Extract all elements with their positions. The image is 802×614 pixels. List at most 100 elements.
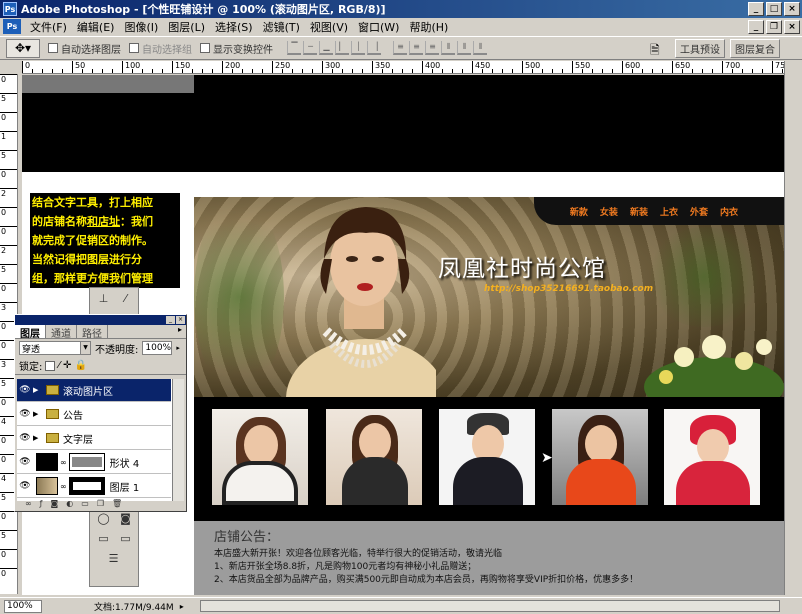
ruler-minor-tick xyxy=(662,69,663,73)
palette-well-icon[interactable]: 🗎 xyxy=(650,41,660,62)
distribute-top-icon[interactable]: ≡ xyxy=(393,41,407,55)
menu-select[interactable]: 选择(S) xyxy=(210,19,258,35)
doc-restore-button[interactable]: ❐ xyxy=(766,20,782,34)
menu-layer[interactable]: 图层(L) xyxy=(163,19,210,35)
tool-presets-tab[interactable]: 工具预设 xyxy=(675,39,725,58)
new-layer-icon[interactable]: ❐ xyxy=(97,499,104,510)
visibility-eye-icon[interactable]: 👁 xyxy=(17,481,33,491)
auto-select-layer-checkbox[interactable]: 自动选择图层 xyxy=(48,41,121,56)
distribute-vcenter-icon[interactable]: ≡ xyxy=(409,41,423,55)
lock-all-icon[interactable]: 🔒 xyxy=(74,360,86,371)
align-right-icon[interactable]: ▕ xyxy=(367,41,381,55)
align-vcenter-icon[interactable]: ─ xyxy=(303,41,317,55)
add-mask-icon[interactable]: ◙ xyxy=(51,499,59,510)
panel-menu-icon[interactable]: ▸ xyxy=(178,325,186,338)
layer-row[interactable]: 👁 ∞ 形状 4 xyxy=(17,451,171,474)
jump-to-imageready-icon[interactable]: ☰ xyxy=(104,550,123,567)
distribute-left-icon[interactable]: ⫴ xyxy=(441,41,455,55)
mask-mode-icon[interactable]: ◯ xyxy=(94,510,113,527)
status-menu-icon[interactable]: ▸ xyxy=(180,602,184,611)
align-top-icon[interactable]: ▔ xyxy=(287,41,301,55)
delete-layer-icon[interactable]: 🗑 xyxy=(112,499,122,510)
visibility-eye-icon[interactable]: 👁 xyxy=(17,385,33,395)
mask-mode-quick-icon[interactable]: ◙ xyxy=(116,510,135,527)
menu-edit[interactable]: 编辑(E) xyxy=(72,19,120,35)
ruler-tick-label: 5 xyxy=(0,93,17,103)
chain-link-icon[interactable]: ∞ xyxy=(60,458,67,467)
ruler-minor-tick xyxy=(252,69,253,73)
banner-divider xyxy=(194,174,784,186)
panel-close-icon[interactable]: × xyxy=(176,316,185,324)
document-icon[interactable]: Ps xyxy=(3,19,21,34)
visibility-eye-icon[interactable]: 👁 xyxy=(17,409,33,419)
chain-link-icon[interactable]: ∞ xyxy=(60,482,67,491)
distribute-right-icon[interactable]: ⫴ xyxy=(473,41,487,55)
layer-row[interactable]: 👁 ▶ 公告 xyxy=(17,403,171,426)
nav-item[interactable]: 女装 xyxy=(600,205,618,218)
screen-mode-2-icon[interactable]: ▭ xyxy=(116,530,135,547)
visibility-eye-icon[interactable]: 👁 xyxy=(17,457,33,467)
panel-minimize-icon[interactable]: _ xyxy=(166,316,175,324)
maximize-button[interactable]: □ xyxy=(766,2,782,16)
distribute-hcenter-icon[interactable]: ⫴ xyxy=(457,41,471,55)
layer-row[interactable]: 👁 ▶ 滚动图片区 xyxy=(17,379,171,402)
lock-transparency-checkbox[interactable] xyxy=(45,360,56,371)
layer-list-scrollbar[interactable] xyxy=(172,379,184,501)
tab-channels[interactable]: 通道 xyxy=(46,325,77,340)
screen-mode-1-icon[interactable]: ▭ xyxy=(94,530,113,547)
nav-item[interactable]: 外套 xyxy=(690,205,708,218)
align-left-icon[interactable]: ▏ xyxy=(335,41,349,55)
nav-item[interactable]: 内衣 xyxy=(720,205,738,218)
menu-help[interactable]: 帮助(H) xyxy=(404,19,453,35)
auto-select-group-checkbox[interactable]: 自动选择组 xyxy=(129,41,192,56)
doc-minimize-button[interactable]: _ xyxy=(748,20,764,34)
stamp-tool-icon[interactable]: ⊥ xyxy=(94,290,113,307)
new-group-icon[interactable]: ▭ xyxy=(81,499,89,510)
align-bottom-icon[interactable]: ▁ xyxy=(319,41,333,55)
menu-file[interactable]: 文件(F) xyxy=(25,19,72,35)
expand-triangle-icon[interactable]: ▶ xyxy=(33,386,42,394)
adjustment-layer-icon[interactable]: ◐ xyxy=(66,499,73,510)
align-hcenter-icon[interactable]: │ xyxy=(351,41,365,55)
product-thumbnail-5[interactable] xyxy=(664,409,760,505)
menu-window[interactable]: 窗口(W) xyxy=(353,19,404,35)
vertical-scrollbar[interactable] xyxy=(784,61,802,595)
link-layers-icon[interactable]: ∞ xyxy=(25,499,32,510)
horizontal-scrollbar[interactable] xyxy=(200,600,780,612)
brush-tool-icon[interactable]: ⁄ xyxy=(116,290,135,307)
opacity-input[interactable]: 100% xyxy=(142,341,173,355)
layer-row[interactable]: 👁 ∞ 图层 1 xyxy=(17,475,171,498)
close-button[interactable]: × xyxy=(784,2,800,16)
menu-view[interactable]: 视图(V) xyxy=(305,19,353,35)
show-transform-controls-checkbox[interactable]: 显示变换控件 xyxy=(200,41,273,56)
move-tool-preset-picker[interactable]: ✥▾ xyxy=(6,38,40,58)
layer-row[interactable]: 👁 ▶ 文字层 xyxy=(17,427,171,450)
menu-image[interactable]: 图像(I) xyxy=(119,19,163,35)
minimize-button[interactable]: _ xyxy=(748,2,764,16)
zoom-level-field[interactable]: 100% xyxy=(4,599,42,613)
menu-filter[interactable]: 滤镜(T) xyxy=(258,19,305,35)
nav-item[interactable]: 新装 xyxy=(630,205,648,218)
nav-item[interactable]: 新款 xyxy=(570,205,588,218)
product-thumbnail-1[interactable] xyxy=(212,409,308,505)
notice-line-3: 2、本店货品全部为品牌产品，购买满500元即自动成为本店会员，再购物将享受VIP… xyxy=(214,575,639,585)
product-thumbnail-3[interactable] xyxy=(439,409,535,505)
product-thumbnail-2[interactable] xyxy=(326,409,422,505)
blend-mode-select[interactable]: 穿透 ▼ xyxy=(19,341,91,355)
distribute-bottom-icon[interactable]: ≡ xyxy=(425,41,439,55)
tab-layers[interactable]: 图层 xyxy=(15,325,46,340)
ruler-minor-tick xyxy=(52,69,53,73)
layer-comps-tab[interactable]: 图层复合 xyxy=(730,39,780,58)
product-thumbnail-4[interactable] xyxy=(552,409,648,505)
nav-item[interactable]: 上衣 xyxy=(660,205,678,218)
doc-close-button[interactable]: × xyxy=(784,20,800,34)
expand-triangle-icon[interactable]: ▶ xyxy=(33,434,42,442)
tab-paths[interactable]: 路径 xyxy=(77,325,108,340)
visibility-eye-icon[interactable]: 👁 xyxy=(17,433,33,443)
opacity-slider-icon[interactable]: ▸ xyxy=(176,344,180,352)
expand-triangle-icon[interactable]: ▶ xyxy=(33,410,42,418)
lock-move-icon[interactable]: ✛ xyxy=(63,360,71,371)
ruler-minor-tick xyxy=(212,69,213,73)
layer-style-icon[interactable]: ƒ xyxy=(40,499,43,510)
lock-brush-icon[interactable]: ⁄ xyxy=(58,360,60,371)
